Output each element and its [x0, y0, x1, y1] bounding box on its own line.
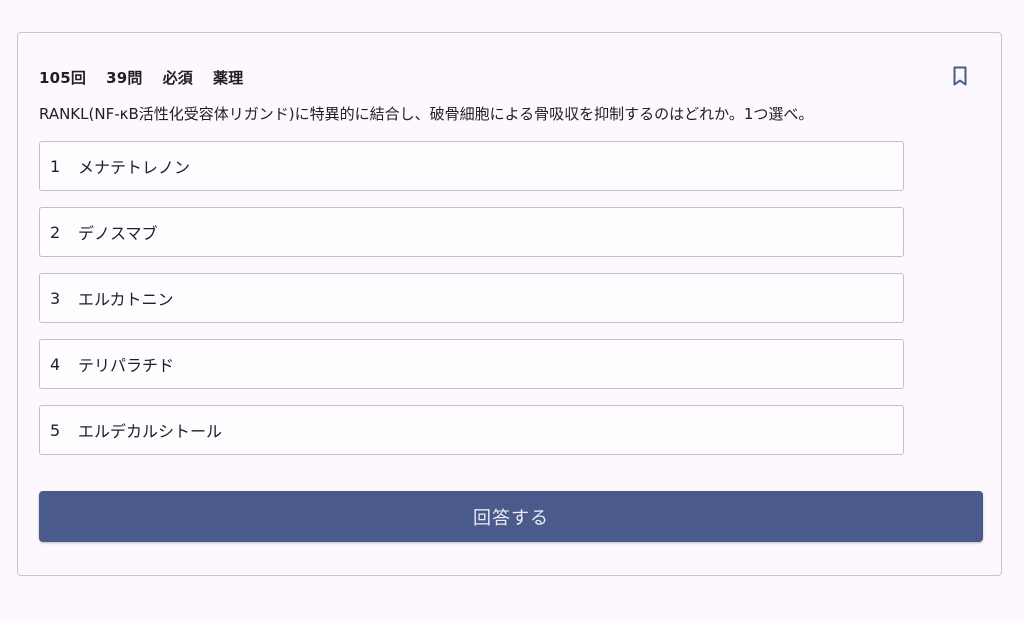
- choice-5[interactable]: 5 エルデカルシトール: [39, 405, 904, 455]
- submit-answer-button[interactable]: 回答する: [39, 491, 983, 542]
- question-text: RANKL(NF-κB活性化受容体リガンド)に特異的に結合し、破骨細胞による骨吸…: [39, 105, 814, 123]
- exam-round: 105回: [39, 68, 87, 87]
- choice-label: エルカトニン: [78, 290, 174, 309]
- choice-3[interactable]: 3 エルカトニン: [39, 273, 904, 323]
- question-subject: 薬理: [213, 68, 244, 87]
- choice-label: メナテトレノン: [78, 158, 191, 177]
- choice-label: デノスマブ: [78, 224, 158, 243]
- question-header: 105回 39問 必須 薬理: [39, 65, 263, 89]
- question-card: 105回 39問 必須 薬理 RANKL(NF-κB活性化受容体リガンド)に特異…: [17, 32, 1002, 576]
- choice-4[interactable]: 4 テリパラチド: [39, 339, 904, 389]
- choice-number: 2: [50, 222, 61, 242]
- choice-label: テリパラチド: [78, 356, 175, 375]
- choice-number: 3: [50, 288, 61, 308]
- choice-number: 5: [50, 420, 61, 440]
- choice-number: 4: [50, 354, 61, 374]
- choice-list: 1 メナテトレノン 2 デノスマブ 3 エルカトニン 4 テリパラチド 5 エル…: [39, 141, 904, 471]
- choice-1[interactable]: 1 メナテトレノン: [39, 141, 904, 191]
- choice-label: エルデカルシトール: [78, 422, 223, 441]
- question-category: 必須: [162, 68, 194, 87]
- bookmark-icon[interactable]: [948, 64, 972, 88]
- choice-2[interactable]: 2 デノスマブ: [39, 207, 904, 257]
- question-number: 39問: [106, 68, 143, 87]
- choice-number: 1: [50, 156, 61, 176]
